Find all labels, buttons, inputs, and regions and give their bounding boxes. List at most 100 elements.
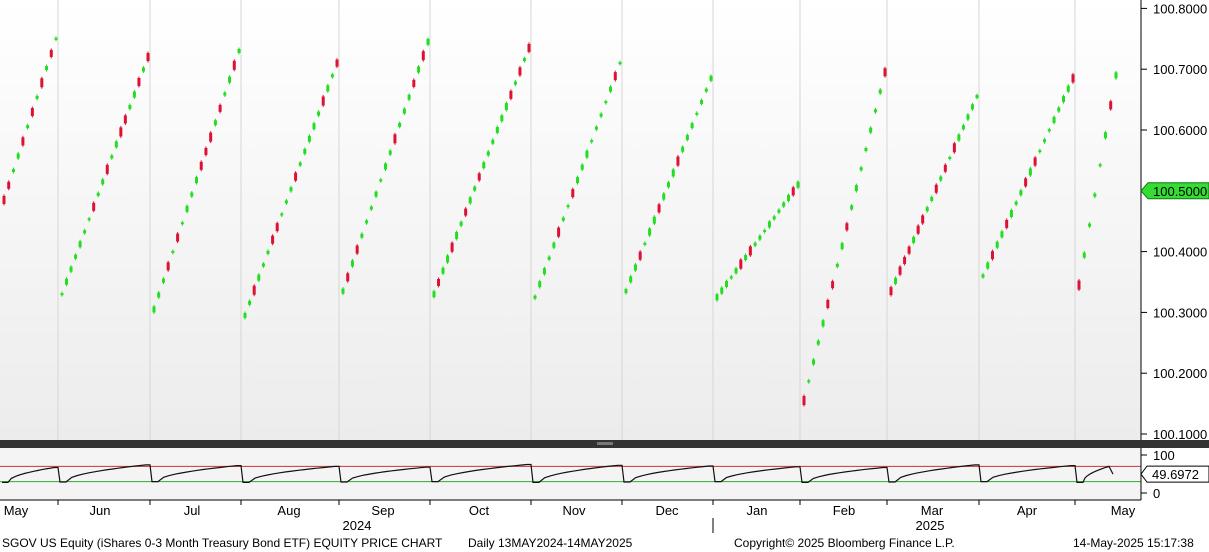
candle-up xyxy=(185,205,189,212)
y-tick-label: 100.2000 xyxy=(1153,366,1207,381)
x-month-label: Sep xyxy=(371,503,394,518)
candle-up xyxy=(473,186,477,191)
candle-up xyxy=(709,75,713,81)
indicator-plot-background xyxy=(0,448,1141,500)
candle-up xyxy=(662,193,666,200)
x-month-label: Feb xyxy=(833,503,855,518)
candle-up xyxy=(1057,107,1061,112)
candle-up xyxy=(618,62,622,65)
candle-up xyxy=(45,66,49,71)
candle-up xyxy=(426,38,430,45)
main-plot-background xyxy=(0,0,1141,440)
candle-up xyxy=(720,287,724,294)
candle-up xyxy=(695,112,699,115)
candle-up xyxy=(767,221,771,228)
candle-down xyxy=(943,164,947,172)
candle-up xyxy=(763,230,767,233)
candle-down xyxy=(845,223,849,231)
candle-up xyxy=(491,139,495,144)
candle-down xyxy=(450,242,454,252)
candle-down xyxy=(509,90,513,99)
candle-up xyxy=(446,255,450,263)
candle-up xyxy=(417,66,421,73)
candle-up xyxy=(101,179,105,185)
candle-up xyxy=(816,340,820,345)
candle-up xyxy=(1052,116,1056,123)
candle-down xyxy=(209,132,213,142)
candle-down xyxy=(557,227,561,237)
candle-up xyxy=(360,233,364,238)
candle-up xyxy=(995,241,999,248)
candle-up xyxy=(599,113,603,117)
candle-up xyxy=(128,104,132,109)
candle-up xyxy=(604,101,608,104)
x-month-label: Dec xyxy=(655,503,679,518)
candle-down xyxy=(30,108,34,117)
candle-up xyxy=(195,177,198,184)
candle-up xyxy=(1009,210,1013,218)
candle-up xyxy=(975,95,979,99)
candle-up xyxy=(171,250,175,253)
panel-separator-grip[interactable] xyxy=(597,442,613,445)
candle-up xyxy=(78,241,82,248)
candle-up xyxy=(652,216,656,224)
candle-up xyxy=(35,95,39,99)
candle-up xyxy=(459,221,463,226)
x-month-label: Apr xyxy=(1017,503,1038,518)
candle-down xyxy=(166,262,170,271)
equity-price-chart: 100.1000 100.2000 100.3000 100.4000 100.6000… xyxy=(0,0,1209,533)
candle-down xyxy=(137,78,141,86)
y-tick-label: 100.6000 xyxy=(1153,123,1207,138)
candle-down xyxy=(916,225,920,234)
candle-down xyxy=(1005,219,1009,228)
candle-down xyxy=(657,204,661,213)
candle-up xyxy=(566,205,570,208)
candle-up xyxy=(643,242,647,245)
candle-up xyxy=(65,278,69,285)
candle-up xyxy=(504,103,508,111)
candle-up xyxy=(796,181,800,188)
candle-up xyxy=(948,157,952,159)
candle-up xyxy=(289,187,293,192)
candle-up xyxy=(873,109,877,113)
candle-up xyxy=(925,207,929,212)
candle-up xyxy=(114,141,118,148)
candle-up xyxy=(594,126,598,130)
candle-up xyxy=(11,169,15,173)
candle-up xyxy=(248,300,252,305)
candle-up xyxy=(317,111,321,116)
candle-up xyxy=(681,146,685,152)
candle-down xyxy=(1109,101,1113,110)
candle-up xyxy=(384,163,387,170)
candle-up xyxy=(580,164,584,170)
candle-up xyxy=(1114,72,1118,79)
candle-up xyxy=(585,150,589,158)
candle-up xyxy=(16,153,20,159)
candle-up xyxy=(957,134,961,141)
candle-down xyxy=(739,259,743,269)
candle-up xyxy=(379,179,383,182)
candle-down xyxy=(275,223,279,232)
candle-up xyxy=(624,289,628,294)
candle-up xyxy=(228,76,232,83)
candle-up xyxy=(970,104,974,110)
candle-up xyxy=(388,150,392,155)
indicator-tick-label: 100 xyxy=(1153,448,1175,463)
x-month-label: May xyxy=(4,503,29,518)
candle-up xyxy=(758,235,762,240)
candle-up xyxy=(365,220,369,224)
candle-up xyxy=(74,254,78,259)
candle-up xyxy=(1082,252,1086,258)
candle-up xyxy=(402,108,406,114)
candle-up xyxy=(786,194,790,201)
candle-down xyxy=(921,215,925,224)
candle-up xyxy=(280,213,284,216)
candle-up xyxy=(700,99,704,104)
candle-up xyxy=(312,123,316,130)
candle-down xyxy=(990,251,994,260)
candle-up xyxy=(1098,164,1102,167)
candle-down xyxy=(7,181,11,189)
candle-down xyxy=(412,79,416,87)
candle-up xyxy=(912,236,916,243)
footer-period: Daily 13MAY2024-14MAY2025 xyxy=(468,536,633,550)
